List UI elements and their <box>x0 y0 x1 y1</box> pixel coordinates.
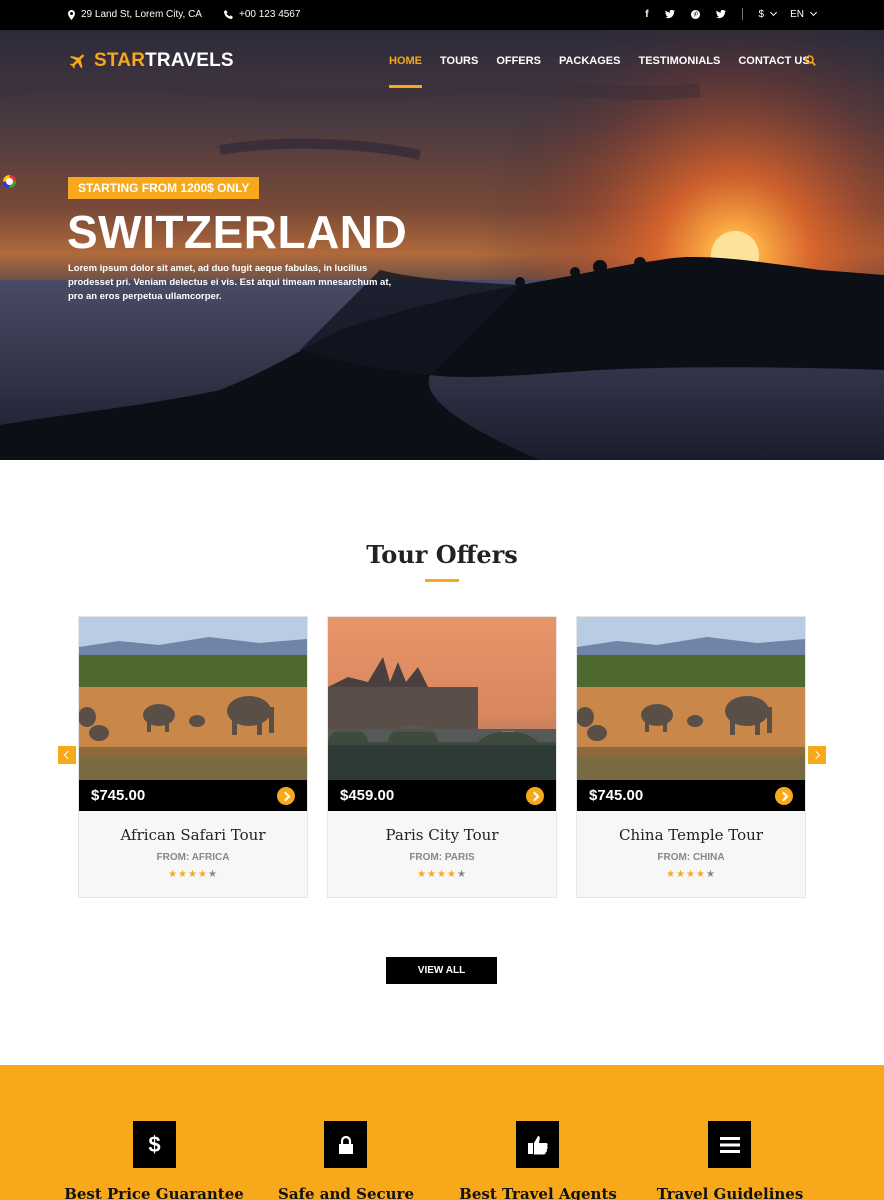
language-dropdown[interactable]: EN <box>790 8 818 20</box>
brand-name-part2: TRAVELS <box>145 50 234 71</box>
hero-title: SWITZERLAND <box>67 206 408 258</box>
price-bar: $459.00 <box>328 780 556 811</box>
phone: +00 123 4567 <box>223 9 301 20</box>
tour-origin: FROM: CHINA <box>657 852 725 863</box>
chevron-right-icon[interactable] <box>526 787 544 805</box>
currency-dropdown[interactable]: $ <box>758 8 778 20</box>
color-switcher-icon[interactable] <box>3 175 16 188</box>
price-badge: STARTING FROM 1200$ ONLY <box>68 177 260 199</box>
hero-banner: STARTRAVELS HOME TOURS OFFERS PACKAGES T… <box>0 30 884 460</box>
twitter-icon[interactable] <box>715 9 726 19</box>
feature-title: Best Price Guarantee <box>64 1185 244 1200</box>
airplane-icon <box>69 54 84 69</box>
features-section: $ Best Price Guarantee Safe and Secure B… <box>0 1065 884 1200</box>
tour-price: $459.00 <box>340 787 395 804</box>
map-pin-icon <box>68 9 75 20</box>
tour-image-paris[interactable] <box>328 617 556 780</box>
chevron-right-icon[interactable] <box>775 787 793 805</box>
tour-image-safari[interactable] <box>79 617 307 780</box>
chevron-right-icon[interactable] <box>277 787 295 805</box>
tour-name[interactable]: China Temple Tour <box>577 826 805 844</box>
divider <box>741 8 743 20</box>
star-rating: ★★★★★ <box>666 869 716 880</box>
view-all-button[interactable]: VIEW ALL <box>386 957 497 984</box>
tour-price: $745.00 <box>91 787 146 804</box>
twitter-icon[interactable] <box>664 9 675 19</box>
topbar-right: f $ EN <box>645 8 818 20</box>
carousel-next-button[interactable] <box>808 746 826 764</box>
top-bar: 29 Land St, Lorem City, CA +00 123 4567 … <box>0 0 884 30</box>
nav-item-tours[interactable]: TOURS <box>440 55 478 67</box>
search-icon[interactable] <box>805 55 816 66</box>
tour-card[interactable]: $745.00 African Safari Tour FROM: AFRICA… <box>78 616 308 898</box>
contact-info: 29 Land St, Lorem City, CA +00 123 4567 <box>68 9 300 20</box>
chevron-down-icon <box>809 8 818 17</box>
brand-logo[interactable]: STARTRAVELS <box>68 50 234 72</box>
star-rating: ★★★★★ <box>417 869 467 880</box>
carousel-prev-button[interactable] <box>58 746 76 764</box>
nav-item-offers[interactable]: OFFERS <box>496 55 541 67</box>
feature-title: Travel Guidelines <box>656 1185 804 1200</box>
star-rating: ★★★★★ <box>168 869 218 880</box>
tour-price: $745.00 <box>589 787 644 804</box>
title-underline <box>425 579 459 582</box>
currency-value: $ <box>758 8 765 20</box>
feature-title: Safe and Secure <box>278 1185 414 1200</box>
main-nav: HOME TOURS OFFERS PACKAGES TESTIMONIALS … <box>389 55 810 88</box>
social-links: f <box>645 9 726 20</box>
hero-description: Lorem ipsum dolor sit amet, ad duo fugit… <box>68 263 392 302</box>
price-bar: $745.00 <box>577 780 805 811</box>
tour-name[interactable]: Paris City Tour <box>328 826 556 844</box>
nav-item-contact-us[interactable]: CONTACT US <box>738 55 809 67</box>
nav-item-packages[interactable]: PACKAGES <box>559 55 621 67</box>
phone-text: +00 123 4567 <box>238 9 301 20</box>
price-bar: $745.00 <box>79 780 307 811</box>
tour-name[interactable]: African Safari Tour <box>79 826 307 844</box>
pinterest-icon[interactable] <box>690 9 700 19</box>
tour-origin: FROM: PARIS <box>409 852 475 863</box>
tour-image-safari[interactable] <box>577 617 805 780</box>
tour-origin: FROM: AFRICA <box>156 852 230 863</box>
language-value: EN <box>790 8 804 20</box>
address: 29 Land St, Lorem City, CA <box>68 9 202 20</box>
tour-card[interactable]: $745.00 China Temple Tour FROM: CHINA ★★… <box>576 616 806 898</box>
feature-title: Best Travel Agents <box>459 1185 617 1200</box>
section-title-tour-offers: Tour Offers <box>366 540 518 569</box>
nav-item-testimonials[interactable]: TESTIMONIALS <box>638 55 720 67</box>
lock-icon <box>324 1121 367 1168</box>
chevron-down-icon <box>770 8 778 17</box>
address-text: 29 Land St, Lorem City, CA <box>81 9 202 20</box>
nav-item-home[interactable]: HOME <box>389 55 422 88</box>
phone-icon <box>223 10 233 19</box>
dollar-icon: $ <box>133 1121 176 1168</box>
list-icon <box>708 1121 751 1168</box>
brand-name-part1: STAR <box>94 50 146 71</box>
thumbs-up-icon <box>516 1121 559 1168</box>
facebook-icon[interactable]: f <box>645 9 648 20</box>
tour-card[interactable]: $459.00 Paris City Tour FROM: PARIS ★★★★… <box>327 616 557 898</box>
